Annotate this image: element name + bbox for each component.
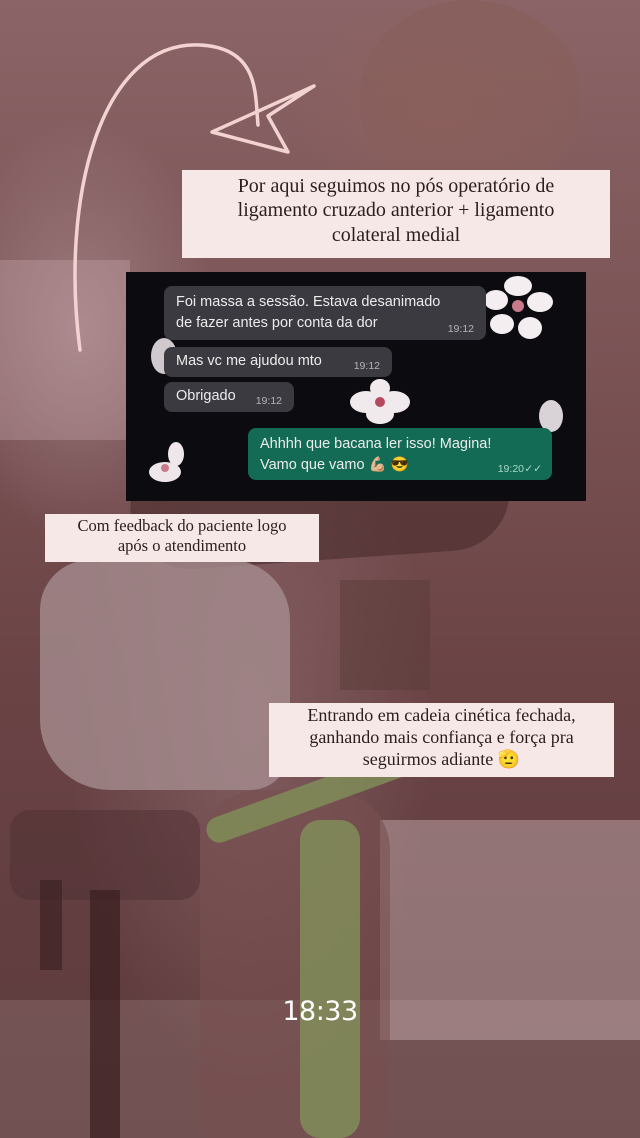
chair-seat: [10, 810, 200, 900]
message-text: Foi massa a sessão. Estava desanimado: [176, 294, 441, 310]
message-time: 19:12: [255, 394, 282, 407]
chat-bubble-incoming: Mas vc me ajudou mto 19:12: [164, 347, 392, 377]
person-shorts: [40, 560, 290, 790]
person-leg: [200, 790, 390, 1138]
flower-icon: [149, 442, 184, 482]
caption-top: Por aqui seguimos no pós operatório de l…: [182, 170, 610, 258]
caption-line: após o atendimento: [117, 536, 247, 556]
resistance-band: [300, 820, 360, 1138]
message-time: 19:12: [353, 359, 380, 372]
message-time: 19:20: [497, 462, 524, 475]
caption-line: seguirmos adiante 🫡: [362, 748, 521, 769]
message-time: 19:12: [447, 322, 474, 335]
chat-bubble-outgoing: Ahhhh que bacana ler isso! Magina! Vamo …: [248, 428, 552, 480]
flower-icon: [484, 276, 553, 339]
chat-bubble-incoming: Foi massa a sessão. Estava desanimado de…: [164, 286, 486, 340]
caption-line: ganhando mais confiança e força pra: [309, 726, 574, 747]
read-ticks-icon: ✓✓: [524, 462, 542, 475]
caption-line: ligamento cruzado anterior + ligamento: [237, 199, 555, 222]
flower-icon: [350, 379, 410, 424]
caption-line: Entrando em cadeia cinética fechada,: [307, 705, 576, 725]
chat-screenshot: Foi massa a sessão. Estava desanimado de…: [126, 272, 586, 501]
caption-line: Com feedback do paciente logo: [77, 516, 287, 535]
chat-bubble-incoming: Obrigado 19:12: [164, 382, 294, 412]
caption-bottom: Entrando em cadeia cinética fechada, gan…: [269, 703, 614, 777]
message-text: de fazer antes por conta da dor: [176, 315, 378, 332]
caption-line: Por aqui seguimos no pós operatório de: [237, 175, 555, 197]
message-text: Mas vc me ajudou mto: [176, 353, 322, 369]
caption-middle: Com feedback do paciente logo após o ate…: [45, 514, 319, 562]
time-sticker: 18:33: [282, 996, 358, 1027]
message-text: Ahhhh que bacana ler isso! Magina!: [260, 436, 492, 452]
caption-line: colateral medial: [331, 223, 461, 246]
chair-leg: [40, 880, 62, 970]
shelf: [340, 580, 430, 690]
